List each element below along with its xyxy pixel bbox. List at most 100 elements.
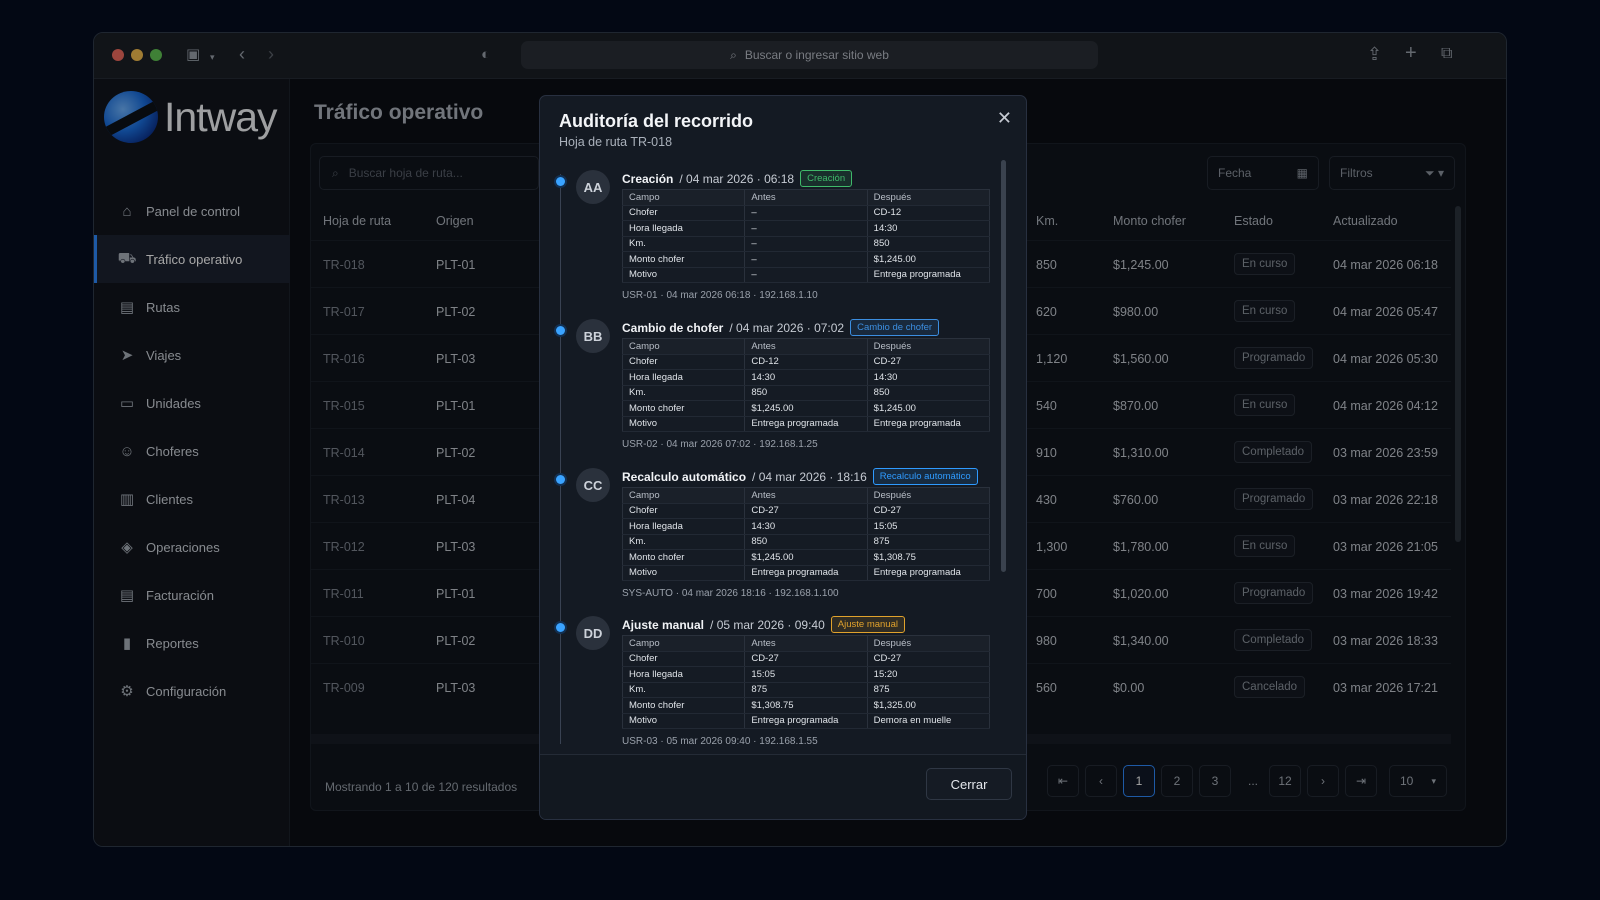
change-cell: Monto chofer — [622, 697, 746, 714]
change-table-header: Después — [867, 338, 991, 355]
change-cell: $1,308.75 — [744, 697, 868, 714]
avatar: AA — [576, 170, 610, 204]
event-type-badge: Recalculo automático — [872, 468, 978, 485]
change-table-header: Campo — [622, 635, 746, 652]
change-cell: Km. — [622, 682, 746, 698]
change-cell: $1,245.00 — [867, 400, 991, 417]
event-header: Ajuste manual / 05 mar 2026 · 09:40 Ajuste… — [622, 616, 905, 633]
audit-modal: Auditoría del recorrido Hoja de ruta TR-… — [539, 95, 1027, 820]
change-table-header: Antes — [744, 338, 868, 355]
modal-subtitle: Hoja de ruta TR-018 — [559, 135, 673, 149]
event-name: Recalculo automático — [622, 469, 747, 484]
change-table: Campo Antes Después Chofer CD-12 CD-27 Hora ll… — [622, 338, 991, 432]
close-icon[interactable]: ✕ — [997, 108, 1012, 129]
close-button[interactable]: Cerrar — [926, 768, 1012, 800]
change-table: Campo Antes Después Chofer CD-27 CD-27 Hora ll… — [622, 635, 991, 729]
change-table-header: Campo — [622, 338, 746, 355]
timeline-dot — [556, 475, 565, 484]
change-cell: CD-12 — [867, 205, 991, 221]
change-table-header: Después — [867, 635, 991, 652]
timeline-dot — [556, 623, 565, 632]
change-cell: 850 — [744, 534, 868, 550]
change-cell: Entrega programada — [744, 565, 868, 581]
change-cell: 15:05 — [744, 666, 868, 683]
change-cell: – — [744, 251, 868, 268]
change-table-header: Antes — [744, 487, 868, 504]
change-cell: 14:30 — [744, 518, 868, 535]
change-table: Campo Antes Después Chofer – CD-12 Hora llegad… — [622, 189, 991, 283]
change-cell: 15:05 — [867, 518, 991, 535]
change-cell: Km. — [622, 236, 746, 252]
change-cell: – — [744, 205, 868, 221]
change-cell: Hora llegada — [622, 220, 746, 237]
change-cell: Chofer — [622, 651, 746, 667]
timeline-dot — [556, 326, 565, 335]
modal-footer: Cerrar — [540, 754, 1026, 819]
change-table: Campo Antes Después Chofer CD-27 CD-27 Hora ll… — [622, 487, 991, 581]
event-datetime: / 04 mar 2026 · 18:16 — [752, 469, 867, 484]
avatar: BB — [576, 319, 610, 353]
event-datetime: / 04 mar 2026 · 07:02 — [729, 320, 845, 335]
change-cell: CD-12 — [744, 354, 868, 370]
change-cell: Km. — [622, 385, 746, 401]
change-cell: CD-27 — [744, 651, 868, 667]
change-cell: $1,245.00 — [867, 251, 991, 268]
change-cell: Entrega programada — [744, 416, 868, 432]
change-cell: Km. — [622, 534, 746, 550]
change-cell: Entrega programada — [867, 267, 991, 283]
event-footer: USR-03 · 05 mar 2026 09:40 · 192.168.1.5… — [622, 736, 818, 747]
change-table-header: Campo — [622, 189, 746, 206]
event-header: Cambio de chofer / 04 mar 2026 · 07:02 Cam… — [622, 319, 940, 336]
change-cell: 850 — [867, 385, 991, 401]
event-name: Cambio de chofer — [622, 320, 724, 335]
change-cell: Motivo — [622, 267, 746, 283]
change-cell: Monto chofer — [622, 549, 746, 566]
change-cell: – — [744, 236, 868, 252]
change-cell: CD-27 — [744, 503, 868, 519]
change-cell: Entrega programada — [744, 713, 868, 729]
event-footer: USR-02 · 04 mar 2026 07:02 · 192.168.1.2… — [622, 439, 818, 450]
modal-title: Auditoría del recorrido — [559, 111, 754, 131]
change-cell: $1,245.00 — [744, 400, 868, 417]
change-cell: 875 — [867, 534, 991, 550]
avatar: DD — [576, 616, 610, 650]
change-table-header: Después — [867, 189, 991, 206]
event-name: Ajuste manual — [622, 617, 705, 632]
change-cell: 14:30 — [744, 369, 868, 386]
change-cell: 875 — [867, 682, 991, 698]
change-cell: Entrega programada — [867, 565, 991, 581]
change-cell: Demora en muelle — [867, 713, 991, 729]
change-cell: – — [744, 267, 868, 283]
change-cell: $1,245.00 — [744, 549, 868, 566]
change-cell: Chofer — [622, 354, 746, 370]
change-cell: Monto chofer — [622, 400, 746, 417]
event-footer: SYS-AUTO · 04 mar 2026 18:16 · 192.168.1… — [622, 588, 839, 599]
modal-scrollbar[interactable] — [1001, 160, 1006, 572]
change-table-header: Antes — [744, 189, 868, 206]
change-cell: CD-27 — [867, 503, 991, 519]
change-cell: Motivo — [622, 416, 746, 432]
change-cell: 14:30 — [867, 369, 991, 386]
change-cell: 850 — [867, 236, 991, 252]
change-cell: Entrega programada — [867, 416, 991, 432]
event-type-badge: Creación — [800, 170, 853, 187]
audit-timeline[interactable]: AA Creación/ 04 mar 2026 · 06:18 Creación C… — [540, 160, 1026, 754]
change-cell: Chofer — [622, 503, 746, 519]
event-type-badge: Ajuste manual — [830, 616, 905, 633]
change-cell: 875 — [744, 682, 868, 698]
change-cell: 850 — [744, 385, 868, 401]
change-table-header: Antes — [744, 635, 868, 652]
event-header: Creación / 04 mar 2026 · 06:18 Creación — [622, 170, 853, 187]
timeline-dot — [556, 177, 565, 186]
event-datetime: / 04 mar 2026 · 06:18 — [679, 171, 795, 186]
avatar: CC — [576, 468, 610, 502]
change-cell: Motivo — [622, 713, 746, 729]
change-cell: $1,308.75 — [867, 549, 991, 566]
change-table-header: Después — [867, 487, 991, 504]
change-cell: 15:20 — [867, 666, 991, 683]
change-cell: $1,325.00 — [867, 697, 991, 714]
change-cell: Monto chofer — [622, 251, 746, 268]
change-cell: CD-27 — [867, 354, 991, 370]
event-header: Recalculo automático / 04 mar 2026 · 18:1… — [622, 468, 978, 485]
event-footer: USR-01 · 04 mar 2026 06:18 · 192.168.1.1… — [622, 290, 818, 301]
